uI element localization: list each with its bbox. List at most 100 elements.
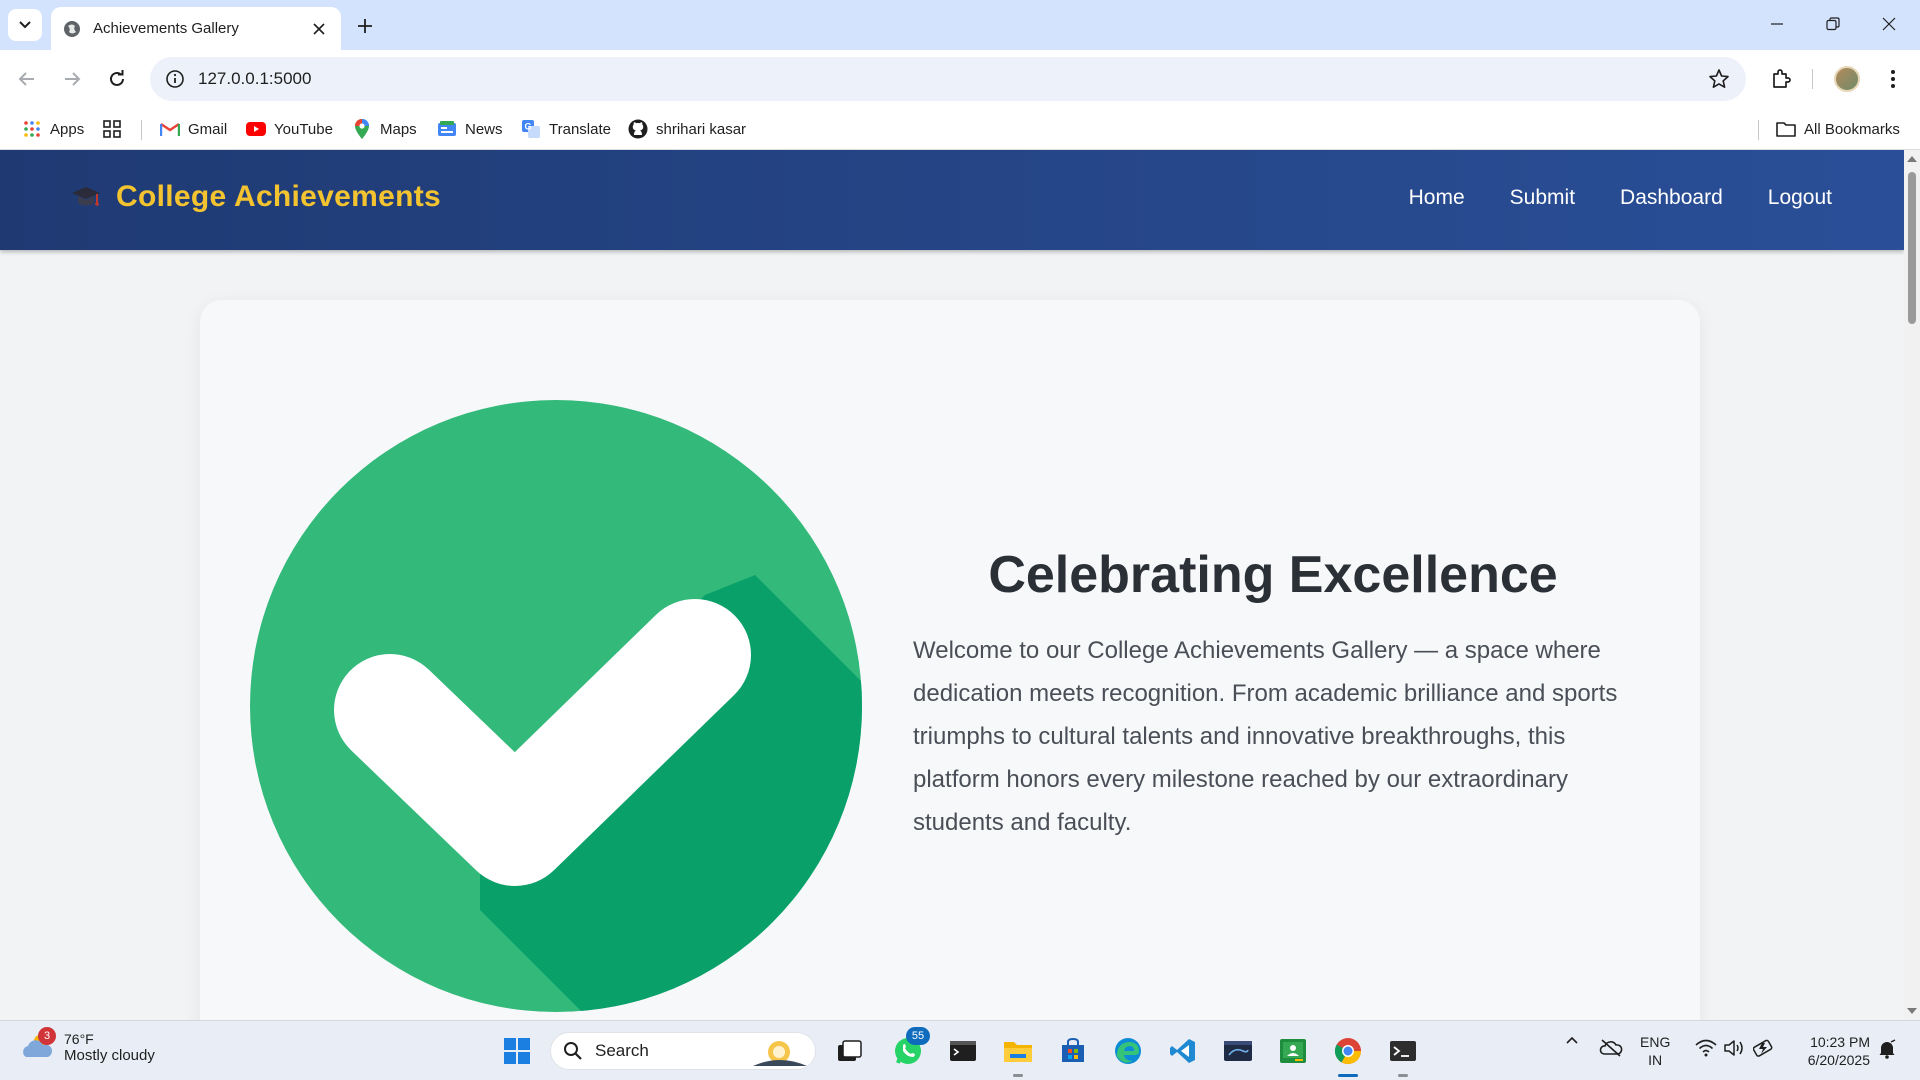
language-indicator[interactable]: ENG IN — [1640, 1033, 1670, 1069]
minimize-icon — [1771, 23, 1783, 25]
weather-widget[interactable]: 3 76°F Mostly cloudy — [20, 1027, 155, 1065]
hero-card: Celebrating Excellence Welcome to our Co… — [200, 300, 1700, 1020]
menu-button[interactable] — [1876, 62, 1910, 96]
gmail-icon — [160, 119, 180, 139]
site-nav: Home Submit Dashboard Logout — [1409, 186, 1832, 210]
nav-submit-link[interactable]: Submit — [1510, 186, 1575, 210]
svg-text:G: G — [525, 122, 532, 132]
whatsapp-badge: 55 — [906, 1027, 930, 1045]
volume-button[interactable] — [1722, 1039, 1746, 1057]
taskbar-clock[interactable]: 10:23 PM 6/20/2025 — [1790, 1033, 1870, 1069]
page-scrollbar[interactable] — [1904, 150, 1920, 1020]
forward-button[interactable] — [55, 62, 89, 96]
bookmark-translate[interactable]: G Translate — [521, 116, 611, 142]
network-button[interactable] — [1694, 1039, 1718, 1057]
bookmark-youtube[interactable]: YouTube — [246, 116, 333, 142]
extensions-button[interactable] — [1764, 62, 1798, 96]
checkmark-circle-icon — [250, 400, 862, 1012]
vscode-app[interactable] — [1163, 1031, 1203, 1071]
globe-icon — [64, 20, 80, 37]
windows-terminal-app[interactable] — [1383, 1031, 1423, 1077]
page-viewport: College Achievements Home Submit Dashboa… — [0, 150, 1904, 1020]
browser-tab-strip: Achievements Gallery — [0, 0, 1920, 50]
start-button[interactable] — [497, 1031, 537, 1071]
bookmark-github[interactable]: shrihari kasar — [628, 116, 746, 142]
bookmark-news[interactable]: News — [437, 116, 503, 142]
github-icon — [628, 119, 648, 139]
google-classroom-app[interactable] — [1273, 1031, 1313, 1071]
site-info-icon[interactable] — [164, 68, 186, 90]
restore-icon — [1826, 17, 1840, 31]
file-explorer-app[interactable] — [998, 1031, 1038, 1077]
chevron-down-icon — [19, 21, 31, 29]
tab-title: Achievements Gallery — [93, 20, 239, 37]
toolbar-divider — [1812, 69, 1813, 89]
profile-button[interactable] — [1830, 62, 1864, 96]
bookmark-label: News — [465, 120, 503, 138]
all-bookmarks-button[interactable]: All Bookmarks — [1776, 116, 1900, 142]
back-button[interactable] — [10, 62, 44, 96]
reload-button[interactable] — [100, 62, 134, 96]
mysql-app[interactable] — [1218, 1031, 1258, 1071]
onedrive-button[interactable] — [1598, 1039, 1624, 1057]
terminal-cmd-app[interactable] — [943, 1031, 983, 1071]
arrow-right-icon — [65, 72, 81, 86]
task-view-button[interactable] — [830, 1031, 870, 1071]
folder-icon — [1004, 1042, 1032, 1062]
terminal-icon — [1390, 1041, 1416, 1061]
whatsapp-app[interactable]: 55 — [888, 1027, 930, 1071]
bookmark-gmail[interactable]: Gmail — [160, 116, 227, 142]
tab-search-button[interactable] — [8, 9, 42, 41]
close-tab-icon[interactable] — [309, 19, 329, 39]
edge-app[interactable] — [1108, 1031, 1148, 1071]
notification-bell-icon — [1879, 1039, 1896, 1059]
browser-tab-active[interactable]: Achievements Gallery — [51, 7, 341, 50]
battery-button[interactable] — [1752, 1039, 1776, 1057]
site-brand[interactable]: College Achievements — [70, 180, 441, 214]
search-highlight-icon — [753, 1041, 807, 1066]
news-icon — [437, 119, 457, 139]
microsoft-store-app[interactable] — [1053, 1031, 1093, 1071]
show-hidden-icons-button[interactable] — [1562, 1033, 1582, 1047]
bookmark-label: shrihari kasar — [656, 120, 747, 138]
clock-date: 6/20/2025 — [1807, 1052, 1870, 1068]
mysql-icon — [1224, 1041, 1252, 1061]
scroll-up-arrow[interactable] — [1907, 156, 1917, 162]
minimize-button[interactable] — [1752, 8, 1802, 40]
url-text[interactable]: 127.0.0.1:5000 — [198, 69, 311, 89]
bookmark-label: Maps — [380, 120, 417, 138]
apps-grid-icon — [22, 119, 42, 139]
running-indicator — [1398, 1074, 1408, 1077]
nav-dashboard-link[interactable]: Dashboard — [1620, 186, 1723, 210]
cmd-icon — [950, 1041, 976, 1061]
nav-home-link[interactable]: Home — [1409, 186, 1465, 210]
weather-condition: Mostly cloudy — [64, 1046, 155, 1064]
chrome-app[interactable] — [1328, 1031, 1368, 1077]
address-bar[interactable]: 127.0.0.1:5000 — [150, 57, 1746, 101]
scrollbar-thumb[interactable] — [1908, 172, 1916, 324]
bookmark-star-icon[interactable] — [1708, 68, 1730, 90]
tab-groups-button[interactable] — [102, 116, 130, 142]
chrome-icon — [1334, 1038, 1362, 1065]
cloudy-weather-icon: 3 — [20, 1027, 56, 1065]
nav-logout-link[interactable]: Logout — [1768, 186, 1832, 210]
restore-button[interactable] — [1808, 8, 1858, 40]
close-window-button[interactable] — [1864, 8, 1914, 40]
new-tab-button[interactable] — [351, 12, 379, 40]
store-icon — [1062, 1037, 1084, 1062]
scroll-down-arrow[interactable] — [1907, 1008, 1917, 1014]
weather-temperature: 76°F — [64, 1030, 94, 1047]
bookmarks-divider — [1758, 120, 1759, 140]
bookmarks-bar: Apps Gmail YouTube Maps News G Translate — [0, 108, 1920, 150]
plus-icon — [358, 19, 372, 33]
avatar — [1834, 66, 1860, 92]
speaker-icon — [1724, 1040, 1743, 1056]
edge-icon — [1115, 1038, 1141, 1064]
youtube-icon — [246, 119, 266, 139]
bookmark-maps[interactable]: Maps — [352, 116, 417, 142]
bookmark-apps[interactable]: Apps — [22, 116, 84, 142]
cloud-off-icon — [1599, 1039, 1623, 1057]
notifications-button[interactable] — [1874, 1039, 1900, 1059]
taskbar-search[interactable]: Search — [550, 1032, 816, 1070]
bookmark-label: Gmail — [188, 120, 228, 138]
